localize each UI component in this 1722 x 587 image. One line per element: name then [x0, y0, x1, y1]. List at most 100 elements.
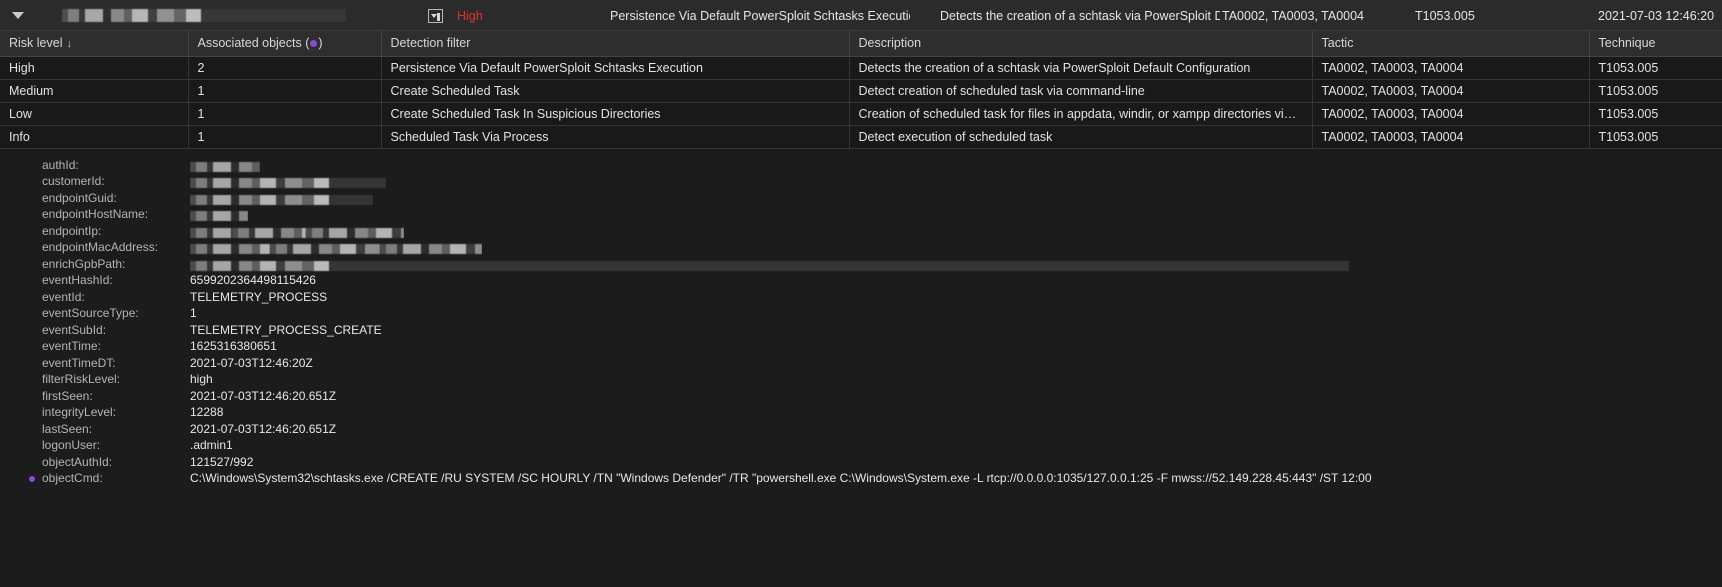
- col-associated-objects-label: Associated objects: [198, 36, 302, 50]
- detail-field-label: objectCmd:: [42, 470, 190, 487]
- col-tactic-label: Tactic: [1322, 36, 1354, 50]
- cell-detection-filter: Persistence Via Default PowerSploit Scht…: [381, 56, 849, 79]
- detail-field-row: eventSubId:TELEMETRY_PROCESS_CREATE: [0, 322, 1722, 339]
- topbar-severity[interactable]: High: [428, 0, 483, 31]
- cell-risk-level: Medium: [0, 79, 188, 102]
- detail-field-value-redacted: [190, 223, 404, 240]
- redacted-value-bar: [232, 228, 306, 238]
- detail-field-row: eventTimeDT:2021-07-03T12:46:20Z: [0, 355, 1722, 372]
- cell-description: Detect creation of scheduled task via co…: [849, 79, 1312, 102]
- detail-field-row: endpointMacAddress:: [0, 239, 1722, 256]
- cell-risk-level: Low: [0, 102, 188, 125]
- detail-field-value: 1: [190, 305, 197, 322]
- detail-field-row: customerId:: [0, 173, 1722, 190]
- redacted-value-bar: [306, 228, 404, 238]
- redacted-value-bar: [190, 228, 232, 238]
- col-risk-level-label: Risk level: [9, 36, 63, 50]
- expand-collapse-toggle[interactable]: [0, 12, 36, 19]
- redacted-value-bar: [190, 195, 373, 205]
- detail-field-value: 121527/992: [190, 454, 253, 471]
- alert-title-redacted: [62, 9, 346, 22]
- alert-summary-bar[interactable]: High Persistence Via Default PowerSploit…: [0, 0, 1722, 31]
- redacted-value-bar: [190, 244, 270, 254]
- cell-tactic: TA0002, TA0003, TA0004: [1312, 102, 1589, 125]
- detail-field-label: endpointHostName:: [42, 206, 190, 223]
- detail-field-label: eventTime:: [42, 338, 190, 355]
- detail-field-label: logonUser:: [42, 437, 190, 454]
- cell-technique: T1053.005: [1589, 79, 1722, 102]
- cell-tactic: TA0002, TA0003, TA0004: [1312, 79, 1589, 102]
- detail-field-bullet: [0, 470, 42, 487]
- detail-field-row: endpointHostName:: [0, 206, 1722, 223]
- detail-field-row: filterRiskLevel:high: [0, 371, 1722, 388]
- table-body: High2Persistence Via Default PowerSploit…: [0, 56, 1722, 148]
- detail-field-value: high: [190, 371, 213, 388]
- cell-detection-filter: Create Scheduled Task In Suspicious Dire…: [381, 102, 849, 125]
- detail-field-row: enrichGpbPath:: [0, 256, 1722, 273]
- detail-field-label: objectAuthId:: [42, 454, 190, 471]
- detail-field-value-redacted: [190, 157, 260, 174]
- detections-table: Risk level↓ Associated objects () Detect…: [0, 31, 1722, 149]
- detail-field-value-redacted: [190, 190, 373, 207]
- detail-field-row: logonUser:.admin1: [0, 437, 1722, 454]
- detail-field-row: eventTime:1625316380651: [0, 338, 1722, 355]
- cell-associated-objects: 2: [188, 56, 381, 79]
- topbar-detection-filter: Persistence Via Default PowerSploit Scht…: [610, 0, 910, 31]
- table-row[interactable]: Low1Create Scheduled Task In Suspicious …: [0, 102, 1722, 125]
- detail-field-value: 1625316380651: [190, 338, 277, 355]
- detail-field-value-redacted: [190, 239, 482, 256]
- detail-field-label: lastSeen:: [42, 421, 190, 438]
- detail-field-label: endpointGuid:: [42, 190, 190, 207]
- col-description[interactable]: Description: [849, 31, 1312, 56]
- table-row[interactable]: High2Persistence Via Default PowerSploit…: [0, 56, 1722, 79]
- table-row[interactable]: Info1Scheduled Task Via ProcessDetect ex…: [0, 125, 1722, 148]
- topbar-timestamp-text: 2021-07-03 12:46:20: [1598, 9, 1714, 23]
- col-description-label: Description: [859, 36, 922, 50]
- table-row[interactable]: Medium1Create Scheduled TaskDetect creat…: [0, 79, 1722, 102]
- col-technique[interactable]: Technique: [1589, 31, 1722, 56]
- detail-field-value: 12288: [190, 404, 223, 421]
- redacted-value-bar: [270, 244, 380, 254]
- col-tactic[interactable]: Tactic: [1312, 31, 1589, 56]
- detail-field-row: endpointGuid:: [0, 190, 1722, 207]
- detail-field-label: eventTimeDT:: [42, 355, 190, 372]
- topbar-technique-text: T1053.005: [1415, 9, 1475, 23]
- cell-technique: T1053.005: [1589, 102, 1722, 125]
- topbar-tactic: TA0002, TA0003, TA0004: [1222, 0, 1422, 31]
- col-technique-label: Technique: [1599, 36, 1656, 50]
- cell-tactic: TA0002, TA0003, TA0004: [1312, 56, 1589, 79]
- detail-field-label: eventId:: [42, 289, 190, 306]
- redacted-value-bar: [190, 261, 1349, 271]
- cell-description: Detect execution of scheduled task: [849, 125, 1312, 148]
- detail-field-row: objectCmd:C:\Windows\System32\schtasks.e…: [0, 470, 1722, 487]
- redacted-value-bar: [190, 211, 248, 221]
- detail-field-label: endpointIp:: [42, 223, 190, 240]
- topbar-description: Detects the creation of a schtask via Po…: [940, 0, 1220, 31]
- chevron-down-icon: [12, 12, 24, 19]
- object-dot-icon: [310, 40, 317, 47]
- detail-field-value: C:\Windows\System32\schtasks.exe /CREATE…: [190, 470, 1372, 487]
- cell-technique: T1053.005: [1589, 56, 1722, 79]
- cell-technique: T1053.005: [1589, 125, 1722, 148]
- redacted-value-bar: [380, 244, 482, 254]
- cell-associated-objects: 1: [188, 125, 381, 148]
- cell-risk-level: Info: [0, 125, 188, 148]
- cell-associated-objects: 1: [188, 102, 381, 125]
- alert-detail-view: High Persistence Via Default PowerSploit…: [0, 0, 1722, 587]
- col-risk-level[interactable]: Risk level↓: [0, 31, 188, 56]
- detail-field-label: eventHashId:: [42, 272, 190, 289]
- table-header-row: Risk level↓ Associated objects () Detect…: [0, 31, 1722, 56]
- detail-field-label: customerId:: [42, 173, 190, 190]
- detail-field-row: authId:: [0, 157, 1722, 174]
- topbar-timestamp: 2021-07-03 12:46:20: [1598, 0, 1722, 31]
- col-associated-objects[interactable]: Associated objects (): [188, 31, 381, 56]
- cell-description: Detects the creation of a schtask via Po…: [849, 56, 1312, 79]
- detail-field-label: integrityLevel:: [42, 404, 190, 421]
- col-detection-filter[interactable]: Detection filter: [381, 31, 849, 56]
- severity-filter-icon: [428, 9, 443, 23]
- topbar-technique: T1053.005: [1415, 0, 1555, 31]
- detail-field-value-redacted: [190, 206, 248, 223]
- detail-field-value: .admin1: [190, 437, 233, 454]
- detail-field-label: eventSubId:: [42, 322, 190, 339]
- detail-field-value: TELEMETRY_PROCESS_CREATE: [190, 322, 382, 339]
